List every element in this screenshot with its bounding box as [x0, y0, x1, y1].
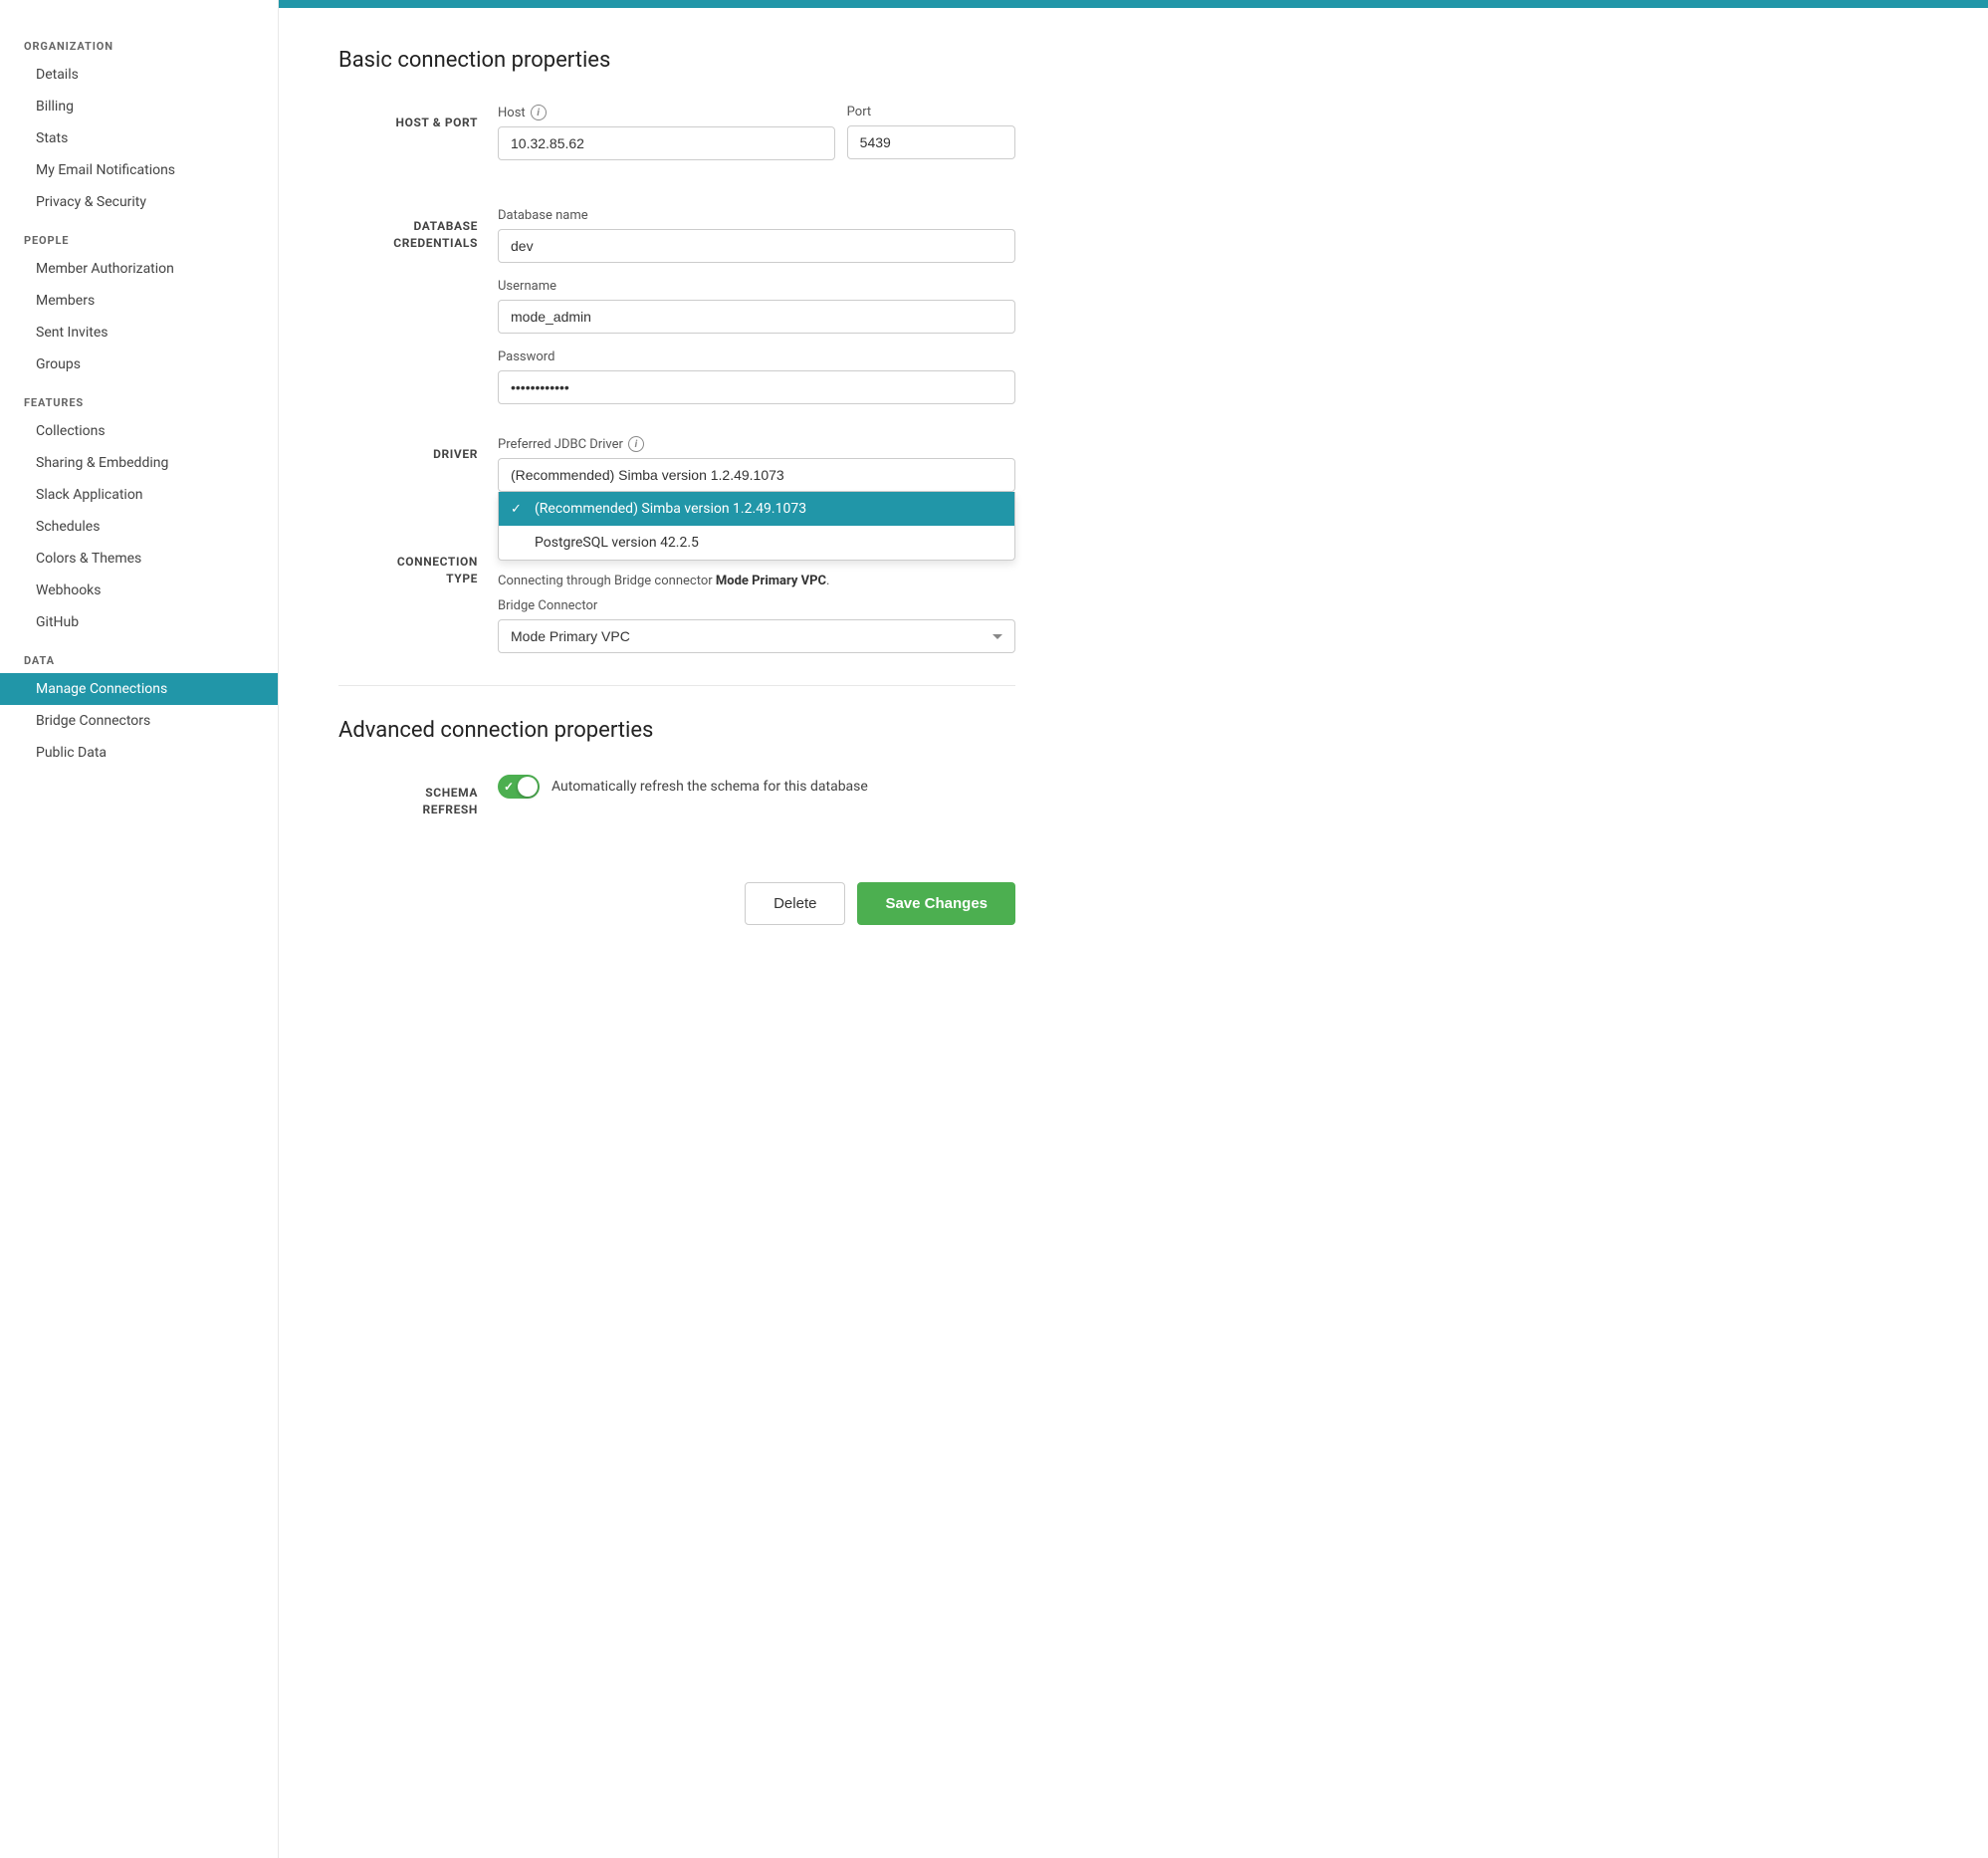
- sidebar: ORGANIZATIONDetailsBillingStatsMy Email …: [0, 0, 279, 1858]
- host-info-icon[interactable]: i: [531, 105, 547, 120]
- sidebar-item-members[interactable]: Members: [0, 285, 278, 317]
- sidebar-item-public-data[interactable]: Public Data: [0, 737, 278, 769]
- driver-options-list: ✓ (Recommended) Simba version 1.2.49.107…: [498, 492, 1015, 561]
- db-credentials-row: DATABASECREDENTIALS Database name Userna…: [338, 208, 1015, 404]
- username-label: Username: [498, 279, 1015, 294]
- delete-button[interactable]: Delete: [745, 882, 845, 925]
- sidebar-item-billing[interactable]: Billing: [0, 91, 278, 122]
- driver-content: Preferred JDBC Driver i ✓ (Recommended) …: [498, 436, 1015, 512]
- sidebar-section-features: FEATURES: [0, 380, 278, 415]
- schema-refresh-description: Automatically refresh the schema for thi…: [552, 779, 868, 795]
- sidebar-item-schedules[interactable]: Schedules: [0, 511, 278, 543]
- sidebar-item-groups[interactable]: Groups: [0, 348, 278, 380]
- sidebar-item-sent-invites[interactable]: Sent Invites: [0, 317, 278, 348]
- host-port-label: HOST & PORT: [338, 105, 498, 131]
- password-label: Password: [498, 349, 1015, 364]
- connection-type-label: CONNECTIONTYPE: [338, 544, 498, 587]
- sidebar-item-slack-application[interactable]: Slack Application: [0, 479, 278, 511]
- schema-refresh-row: SCHEMAREFRESH ✓ Automatically refresh th…: [338, 775, 1015, 818]
- sidebar-item-my-email-notifications[interactable]: My Email Notifications: [0, 154, 278, 186]
- driver-row: DRIVER Preferred JDBC Driver i ✓ (Recomm…: [338, 436, 1015, 512]
- sidebar-item-member-authorization[interactable]: Member Authorization: [0, 253, 278, 285]
- sidebar-item-privacy-security[interactable]: Privacy & Security: [0, 186, 278, 218]
- password-group: Password: [498, 349, 1015, 404]
- sidebar-item-sharing-embedding[interactable]: Sharing & Embedding: [0, 447, 278, 479]
- basic-section-title: Basic connection properties: [338, 48, 1015, 73]
- schema-refresh-label: SCHEMAREFRESH: [338, 775, 498, 818]
- driver-input[interactable]: [498, 458, 1015, 492]
- db-name-group: Database name: [498, 208, 1015, 263]
- footer-buttons: Delete Save Changes: [338, 858, 1015, 941]
- save-changes-button[interactable]: Save Changes: [857, 882, 1015, 925]
- connector-info: Connecting through Bridge connector Mode…: [498, 574, 1015, 588]
- sidebar-item-manage-connections[interactable]: Manage Connections: [0, 673, 278, 705]
- connector-info-prefix: Connecting through Bridge connector: [498, 574, 713, 588]
- bridge-connector-select[interactable]: Mode Primary VPC: [498, 619, 1015, 653]
- preferred-jdbc-label: Preferred JDBC Driver i: [498, 436, 1015, 452]
- db-name-label: Database name: [498, 208, 1015, 223]
- sidebar-item-stats[interactable]: Stats: [0, 122, 278, 154]
- schema-refresh-toggle-wrapper[interactable]: ✓: [498, 775, 540, 799]
- host-label: Host i: [498, 105, 835, 120]
- sidebar-item-details[interactable]: Details: [0, 59, 278, 91]
- sidebar-section-people: PEOPLE: [0, 218, 278, 253]
- top-bar: [279, 0, 1988, 8]
- checkmark-icon: ✓: [511, 502, 527, 517]
- sidebar-item-webhooks[interactable]: Webhooks: [0, 575, 278, 606]
- port-label: Port: [847, 105, 1015, 119]
- host-field-group: Host i: [498, 105, 835, 160]
- driver-option-postgresql-label: PostgreSQL version 42.2.5: [535, 535, 699, 551]
- port-input[interactable]: [847, 125, 1015, 159]
- driver-option-simba[interactable]: ✓ (Recommended) Simba version 1.2.49.107…: [499, 492, 1014, 526]
- driver-option-simba-label: (Recommended) Simba version 1.2.49.1073: [535, 501, 806, 517]
- advanced-section-title: Advanced connection properties: [338, 718, 1015, 743]
- toggle-row: ✓ Automatically refresh the schema for t…: [498, 775, 1015, 799]
- connector-period: .: [826, 574, 829, 588]
- schema-refresh-content: ✓ Automatically refresh the schema for t…: [498, 775, 1015, 799]
- db-credentials-content: Database name Username Password: [498, 208, 1015, 404]
- db-credentials-label: DATABASECREDENTIALS: [338, 208, 498, 252]
- username-input[interactable]: [498, 300, 1015, 334]
- sidebar-item-collections[interactable]: Collections: [0, 415, 278, 447]
- sidebar-item-colors-themes[interactable]: Colors & Themes: [0, 543, 278, 575]
- sidebar-section-data: DATA: [0, 638, 278, 673]
- connector-name: Mode Primary VPC: [716, 574, 826, 588]
- driver-label: DRIVER: [338, 436, 498, 463]
- jdbc-info-icon[interactable]: i: [628, 436, 644, 452]
- section-divider: [338, 685, 1015, 686]
- host-input[interactable]: [498, 126, 835, 160]
- port-field-group: Port: [847, 105, 1015, 176]
- toggle-check-icon: ✓: [504, 780, 514, 794]
- password-input[interactable]: [498, 370, 1015, 404]
- toggle-thumb: [518, 777, 538, 797]
- sidebar-section-organization: ORGANIZATION: [0, 24, 278, 59]
- host-port-row: HOST & PORT Host i Port: [338, 105, 1015, 176]
- sidebar-item-bridge-connectors[interactable]: Bridge Connectors: [0, 705, 278, 737]
- driver-option-postgresql[interactable]: PostgreSQL version 42.2.5: [499, 526, 1014, 560]
- toggle-track[interactable]: ✓: [498, 775, 540, 799]
- main-content: Basic connection properties HOST & PORT …: [279, 0, 1988, 1858]
- sidebar-item-github[interactable]: GitHub: [0, 606, 278, 638]
- bridge-connector-label: Bridge Connector: [498, 598, 1015, 613]
- db-name-input[interactable]: [498, 229, 1015, 263]
- host-port-content: Host i Port: [498, 105, 1015, 176]
- username-group: Username: [498, 279, 1015, 334]
- driver-dropdown-wrapper: ✓ (Recommended) Simba version 1.2.49.107…: [498, 458, 1015, 492]
